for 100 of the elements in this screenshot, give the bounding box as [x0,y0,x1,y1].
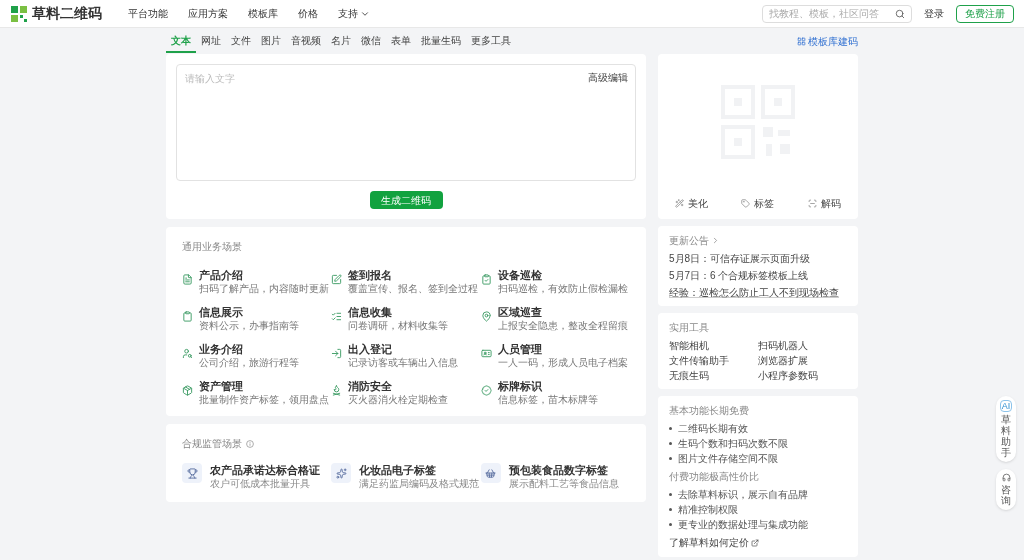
section-title: 实用工具 [669,321,710,335]
login-link[interactable]: 登录 [924,6,944,21]
tool-link[interactable]: 智能相机 [669,339,758,352]
scenario-title: 化妆品电子标签 [359,463,438,478]
announcement-title[interactable]: 更新公告 [669,233,847,248]
announcement-link[interactable]: 5月7日：6 个合规标签模板上线 [669,269,847,282]
tab[interactable]: 图片 [256,29,286,53]
scenario-item[interactable]: 信息收集 问卷调研，材料收集等 [331,305,481,332]
template-link[interactable]: 模板库建码 [797,33,858,49]
scenario-title: 预包装食品数字标签 [508,463,609,478]
tab[interactable]: 名片 [326,29,356,53]
section-title: 合规监管场景 [182,437,242,451]
basket-icon [480,463,501,483]
wand-icon [674,198,684,208]
search-field[interactable]: 找教程、模板，社区问答 [762,4,912,23]
scenario-item[interactable]: 标牌标识 信息标签，苗木标牌等 [480,379,630,406]
scenario-item[interactable]: 信息展示 资料公示，办事指南等 [182,305,332,332]
announcement-link[interactable]: 经验：巡检怎么防止工人不到现场检查 [669,286,847,299]
feature-text: 二维码长期有效 [678,422,748,435]
scenario-description: 农户可低成本批量开具 [210,478,311,490]
nav-link[interactable]: 支持 [338,6,370,21]
tool-link[interactable]: 小程序参数码 [758,369,847,382]
scenario-item[interactable]: 区域巡查 上报安全隐患，整改全程留痕 [480,305,630,332]
tab[interactable]: 表单 [386,29,416,53]
scenario-description: 信息标签，苗木标牌等 [497,394,598,406]
tab[interactable]: 微信 [356,29,386,53]
preview-action-button[interactable]: 标签 [741,195,775,211]
tab[interactable]: 网址 [196,29,226,53]
scenario-description: 公司介绍，旅游行程等 [199,357,299,369]
scenario-title: 人员管理 [497,342,543,357]
tool-link[interactable]: 扫码机器人 [758,339,847,352]
scenario-item[interactable]: 预包装食品数字标签 展示配料工艺等食品信息 [480,463,630,490]
chevron-right-icon [711,236,720,245]
scenario-item[interactable]: 人员管理 一人一码，形成人员电子档案 [480,342,630,369]
tab[interactable]: 批量生码 [416,29,466,53]
scenario-description: 扫码巡检，有效防止假检漏检 [497,283,628,295]
scenario-description: 上报安全隐患，整改全程留痕 [497,320,628,332]
scenario-description: 覆盖宣传、报名、签到全过程 [348,283,479,295]
scenario-item[interactable]: 出入登记 记录访客或车辆出入信息 [331,342,481,369]
sparkle-icon [331,463,352,483]
scenario-description: 问卷调研，材料收集等 [348,320,449,332]
scenario-title: 标牌标识 [497,379,543,394]
external-link-icon [751,538,759,547]
nav-link[interactable]: 模板库 [248,6,278,21]
preview-action-button[interactable]: 美化 [674,195,708,211]
pricing-link[interactable]: 了解草料如何定价 [669,535,847,550]
consult-label: 咨询 [1001,484,1011,506]
scenario-description: 展示配料工艺等食品信息 [508,478,619,490]
scenario-title: 消防安全 [348,379,394,394]
scenario-item[interactable]: 消防安全 灭火器消火栓定期检查 [331,379,481,406]
scenario-title: 出入登记 [348,342,394,357]
logo-text[interactable]: 草料二维码 [32,3,102,24]
box-icon [182,385,193,396]
tool-link[interactable]: 浏览器扩展 [758,354,847,367]
section-title: 付费功能极高性价比 [669,470,760,484]
scenario-title: 农产品承诺达标合格证 [210,463,320,478]
document-icon [182,274,193,285]
nav-link[interactable]: 应用方案 [188,6,228,21]
checklist-icon [331,311,343,322]
nav-link[interactable]: 价格 [298,6,318,21]
tool-link[interactable]: 无痕生码 [669,369,758,382]
scenario-item[interactable]: 产品介绍 扫码了解产品，内容随时更新 [182,268,332,295]
scenario-description: 批量制作资产标签，领用盘点 [199,394,329,406]
announcement-link[interactable]: 5月8日：可信存证展示页面升级 [669,252,847,265]
scenario-title: 信息展示 [199,305,244,320]
scenario-description: 扫码了解产品，内容随时更新 [199,283,329,295]
feature-text: 生码个数和扫码次数不限 [678,437,788,450]
scenario-item[interactable]: 签到报名 覆盖宣传、报名、签到全过程 [331,268,481,295]
feature-text: 去除草料标识，展示自有品牌 [678,488,808,501]
tab[interactable]: 更多工具 [466,29,516,53]
tab[interactable]: 文件 [226,29,256,53]
scenario-item[interactable]: 设备巡检 扫码巡检，有效防止假检漏检 [480,268,630,295]
scenario-title: 签到报名 [348,268,394,283]
scenario-item[interactable]: 农产品承诺达标合格证 农户可低成本批量开具 [182,463,332,490]
assistant-label: 草料助手 [1001,414,1011,458]
register-button[interactable]: 免费注册 [956,4,1014,23]
login-icon [331,348,343,359]
id-card-icon [480,348,492,359]
assistant-button[interactable]: AI 草料助手 [996,396,1016,462]
headset-icon [1001,473,1011,482]
scenario-item[interactable]: 资产管理 批量制作资产标签，领用盘点 [182,379,332,406]
feature-text: 精准控制权限 [678,503,738,516]
map-pin-icon [480,311,492,322]
clipboard-check-icon [480,274,492,285]
badge-icon [480,385,492,396]
tab[interactable]: 音视频 [286,29,326,53]
nav-link[interactable]: 平台功能 [128,6,168,21]
scenario-description: 满足药监局编码及格式规范 [359,478,480,490]
scenario-item[interactable]: 化妆品电子标签 满足药监局编码及格式规范 [331,463,481,490]
consult-button[interactable]: 咨询 [996,469,1016,510]
scenario-description: 灭火器消火栓定期检查 [348,394,449,406]
tool-link[interactable]: 文件传输助手 [669,354,758,367]
scenario-item[interactable]: 业务介绍 公司介绍，旅游行程等 [182,342,332,369]
logo-icon [10,4,28,23]
preview-action-button[interactable]: 解码 [808,195,842,211]
advanced-edit-link[interactable]: 高级编辑 [588,70,628,85]
feature-text: 图片文件存储空间不限 [678,452,778,465]
trophy-icon [182,463,202,483]
scenario-title: 资产管理 [199,379,244,394]
search-icon[interactable] [895,8,905,19]
